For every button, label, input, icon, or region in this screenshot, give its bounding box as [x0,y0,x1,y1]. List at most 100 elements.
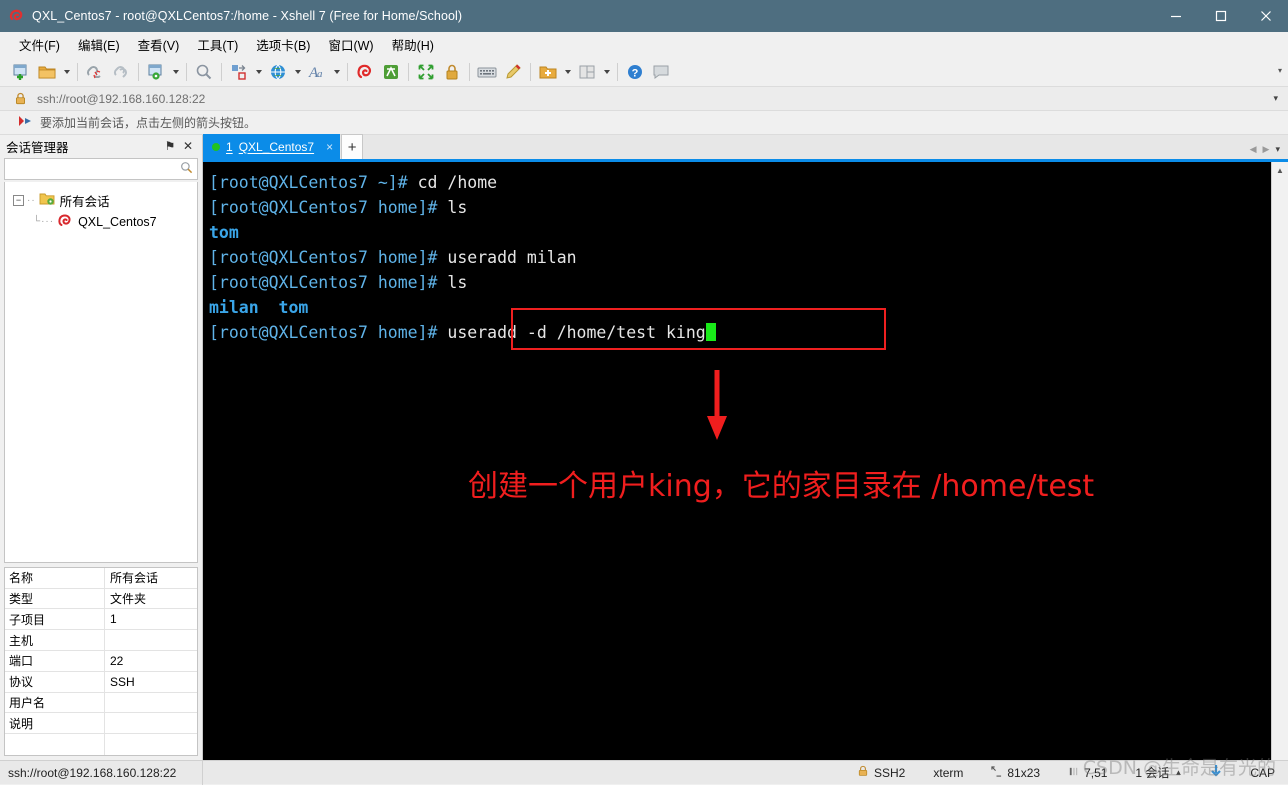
scroll-up-icon[interactable]: ▲ [1276,162,1284,178]
tree-node-all-sessions[interactable]: − ·· 所有会话 [5,190,197,211]
chat-icon[interactable] [648,60,674,84]
session-properties-dropdown-icon[interactable] [169,60,182,84]
download-arrow-icon [1210,764,1222,781]
menu-file[interactable]: 文件(F) [10,32,69,57]
terminal-scrollbar[interactable]: ▲ [1271,162,1288,760]
web-browser-icon[interactable] [265,60,291,84]
shell-prompt: [root@QXLCentos7 home]# [209,323,438,342]
shell-prompt: [root@QXLCentos7 home]# [209,198,438,217]
highlight-icon[interactable] [500,60,526,84]
session-manager-header: 会话管理器 ⚑ ✕ [0,135,202,157]
browser-dropdown-icon[interactable] [291,60,304,84]
session-properties-icon[interactable] [143,60,169,84]
keyboard-icon[interactable] [474,60,500,84]
terminal-panel: 1 QXL_Centos7 × + ◀ ▶ ▾ [root@QXLCentos7… [203,134,1288,760]
tree-collapse-icon[interactable]: − [13,195,24,206]
block-cursor [705,323,716,341]
chevron-left-icon[interactable]: ◀ [1250,144,1257,155]
address-value[interactable]: ssh://root@192.168.160.128:22 [32,92,205,106]
menu-edit[interactable]: 编辑(E) [69,32,129,57]
help-icon[interactable]: ? [622,60,648,84]
tab-close-icon[interactable]: × [320,140,333,154]
transfer-dropdown-icon[interactable] [252,60,265,84]
toolbar-overflow-icon[interactable]: ▾ [1272,57,1288,83]
add-folder-dropdown-icon[interactable] [561,60,574,84]
maximize-button[interactable] [1198,0,1243,32]
chevron-up-icon[interactable]: ▲ [1174,768,1182,777]
status-caps-cell: CAP [1236,766,1288,780]
chevron-down-icon[interactable]: ▾ [1273,93,1284,104]
open-folder-icon[interactable] [34,60,60,84]
tree-node-qxl-centos7[interactable]: └··· QXL_Centos7 [5,211,197,232]
menu-bar: 文件(F) 编辑(E) 查看(V) 工具(T) 选项卡(B) 窗口(W) 帮助(… [0,32,1288,57]
tab-index: 1 [226,139,233,154]
lock-icon[interactable] [439,60,465,84]
session-search-input[interactable] [9,161,180,177]
tab-navigation: ◀ ▶ ▾ [1250,144,1288,159]
disconnect-icon[interactable] [82,60,108,84]
title-bar: QXL_Centos7 - root@QXLCentos7:/home - Xs… [0,0,1288,32]
font-icon[interactable]: A a [304,60,330,84]
tab-label: QXL_Centos7 [238,139,315,154]
prop-key [5,734,105,755]
reconnect-icon[interactable] [108,60,134,84]
xftp-icon[interactable] [378,60,404,84]
toolbar-separator [186,62,187,81]
minimize-button[interactable] [1153,0,1198,32]
terminal-line: [root@QXLCentos7 home]# ls [209,195,1271,220]
toolbar-separator [530,62,531,81]
close-button[interactable] [1243,0,1288,32]
shell-prompt: [root@QXLCentos7 home]# [209,248,438,267]
session-search-box[interactable] [4,158,198,180]
status-cursor-cell: 7,51 [1054,766,1121,780]
shell-prompt: [root@QXLCentos7 ~]# [209,173,408,192]
status-sessions-cell[interactable]: 1 会话 ▲ [1121,764,1196,781]
menu-help[interactable]: 帮助(H) [383,32,443,57]
terminal-output[interactable]: [root@QXLCentos7 ~]# cd /home [root@QXLC… [203,162,1271,760]
address-bar[interactable]: ssh://root@192.168.160.128:22 ▾ [0,87,1288,111]
add-folder-icon[interactable] [535,60,561,84]
shell-command: ls [437,198,468,217]
layout-icon[interactable] [574,60,600,84]
toolbar: A a ? ▾ [0,57,1288,87]
chevron-right-icon[interactable]: ▶ [1263,144,1270,155]
menu-window[interactable]: 窗口(W) [319,32,382,57]
tab-qxl-centos7[interactable]: 1 QXL_Centos7 × [203,134,341,159]
prop-value: 文件夹 [110,592,147,607]
status-terminal-type: xterm [933,765,964,780]
shell-command: ls [437,273,468,292]
close-panel-icon[interactable]: ✕ [180,138,196,154]
toolbar-separator [347,62,348,81]
scroll-track[interactable] [1272,178,1288,760]
fullscreen-icon[interactable] [413,60,439,84]
tab-list-dropdown-icon[interactable]: ▾ [1275,144,1280,155]
pin-icon[interactable]: ⚑ [162,138,178,154]
main-area: 会话管理器 ⚑ ✕ − ·· 所有会话 └··· QXL_Centos7 名称 … [0,134,1288,760]
menu-view[interactable]: 查看(V) [129,32,189,57]
menu-tabs[interactable]: 选项卡(B) [247,32,319,57]
status-size: 81x23 [1007,765,1041,780]
session-tree[interactable]: − ·· 所有会话 └··· QXL_Centos7 [4,182,198,563]
svg-text:a: a [317,68,323,80]
font-dropdown-icon[interactable] [330,60,343,84]
prop-value: 22 [110,653,124,668]
find-icon[interactable] [191,60,217,84]
prop-key: 主机 [5,630,105,651]
prop-key: 用户名 [5,692,105,713]
menu-tools[interactable]: 工具(T) [188,32,247,57]
xshell-icon[interactable] [352,60,378,84]
session-manager-panel: 会话管理器 ⚑ ✕ − ·· 所有会话 └··· QXL_Centos7 名称 … [0,135,203,760]
notice-text: 要添加当前会话，点击左侧的箭头按钮。 [40,116,257,130]
new-tab-button[interactable]: + [341,134,364,159]
search-icon[interactable] [180,161,193,177]
connected-dot-icon [212,142,220,151]
ls-output: tom [209,223,239,242]
status-terminal-type-cell: xterm [919,766,977,780]
new-session-icon[interactable] [8,60,34,84]
layout-dropdown-icon[interactable] [600,60,613,84]
open-folder-dropdown-icon[interactable] [60,60,73,84]
transfer-file-icon[interactable] [226,60,252,84]
tree-connector: └··· [33,216,55,227]
red-arrow-icon [18,115,33,130]
terminal-current-line: [root@QXLCentos7 home]# useradd -d /home… [209,320,1271,345]
